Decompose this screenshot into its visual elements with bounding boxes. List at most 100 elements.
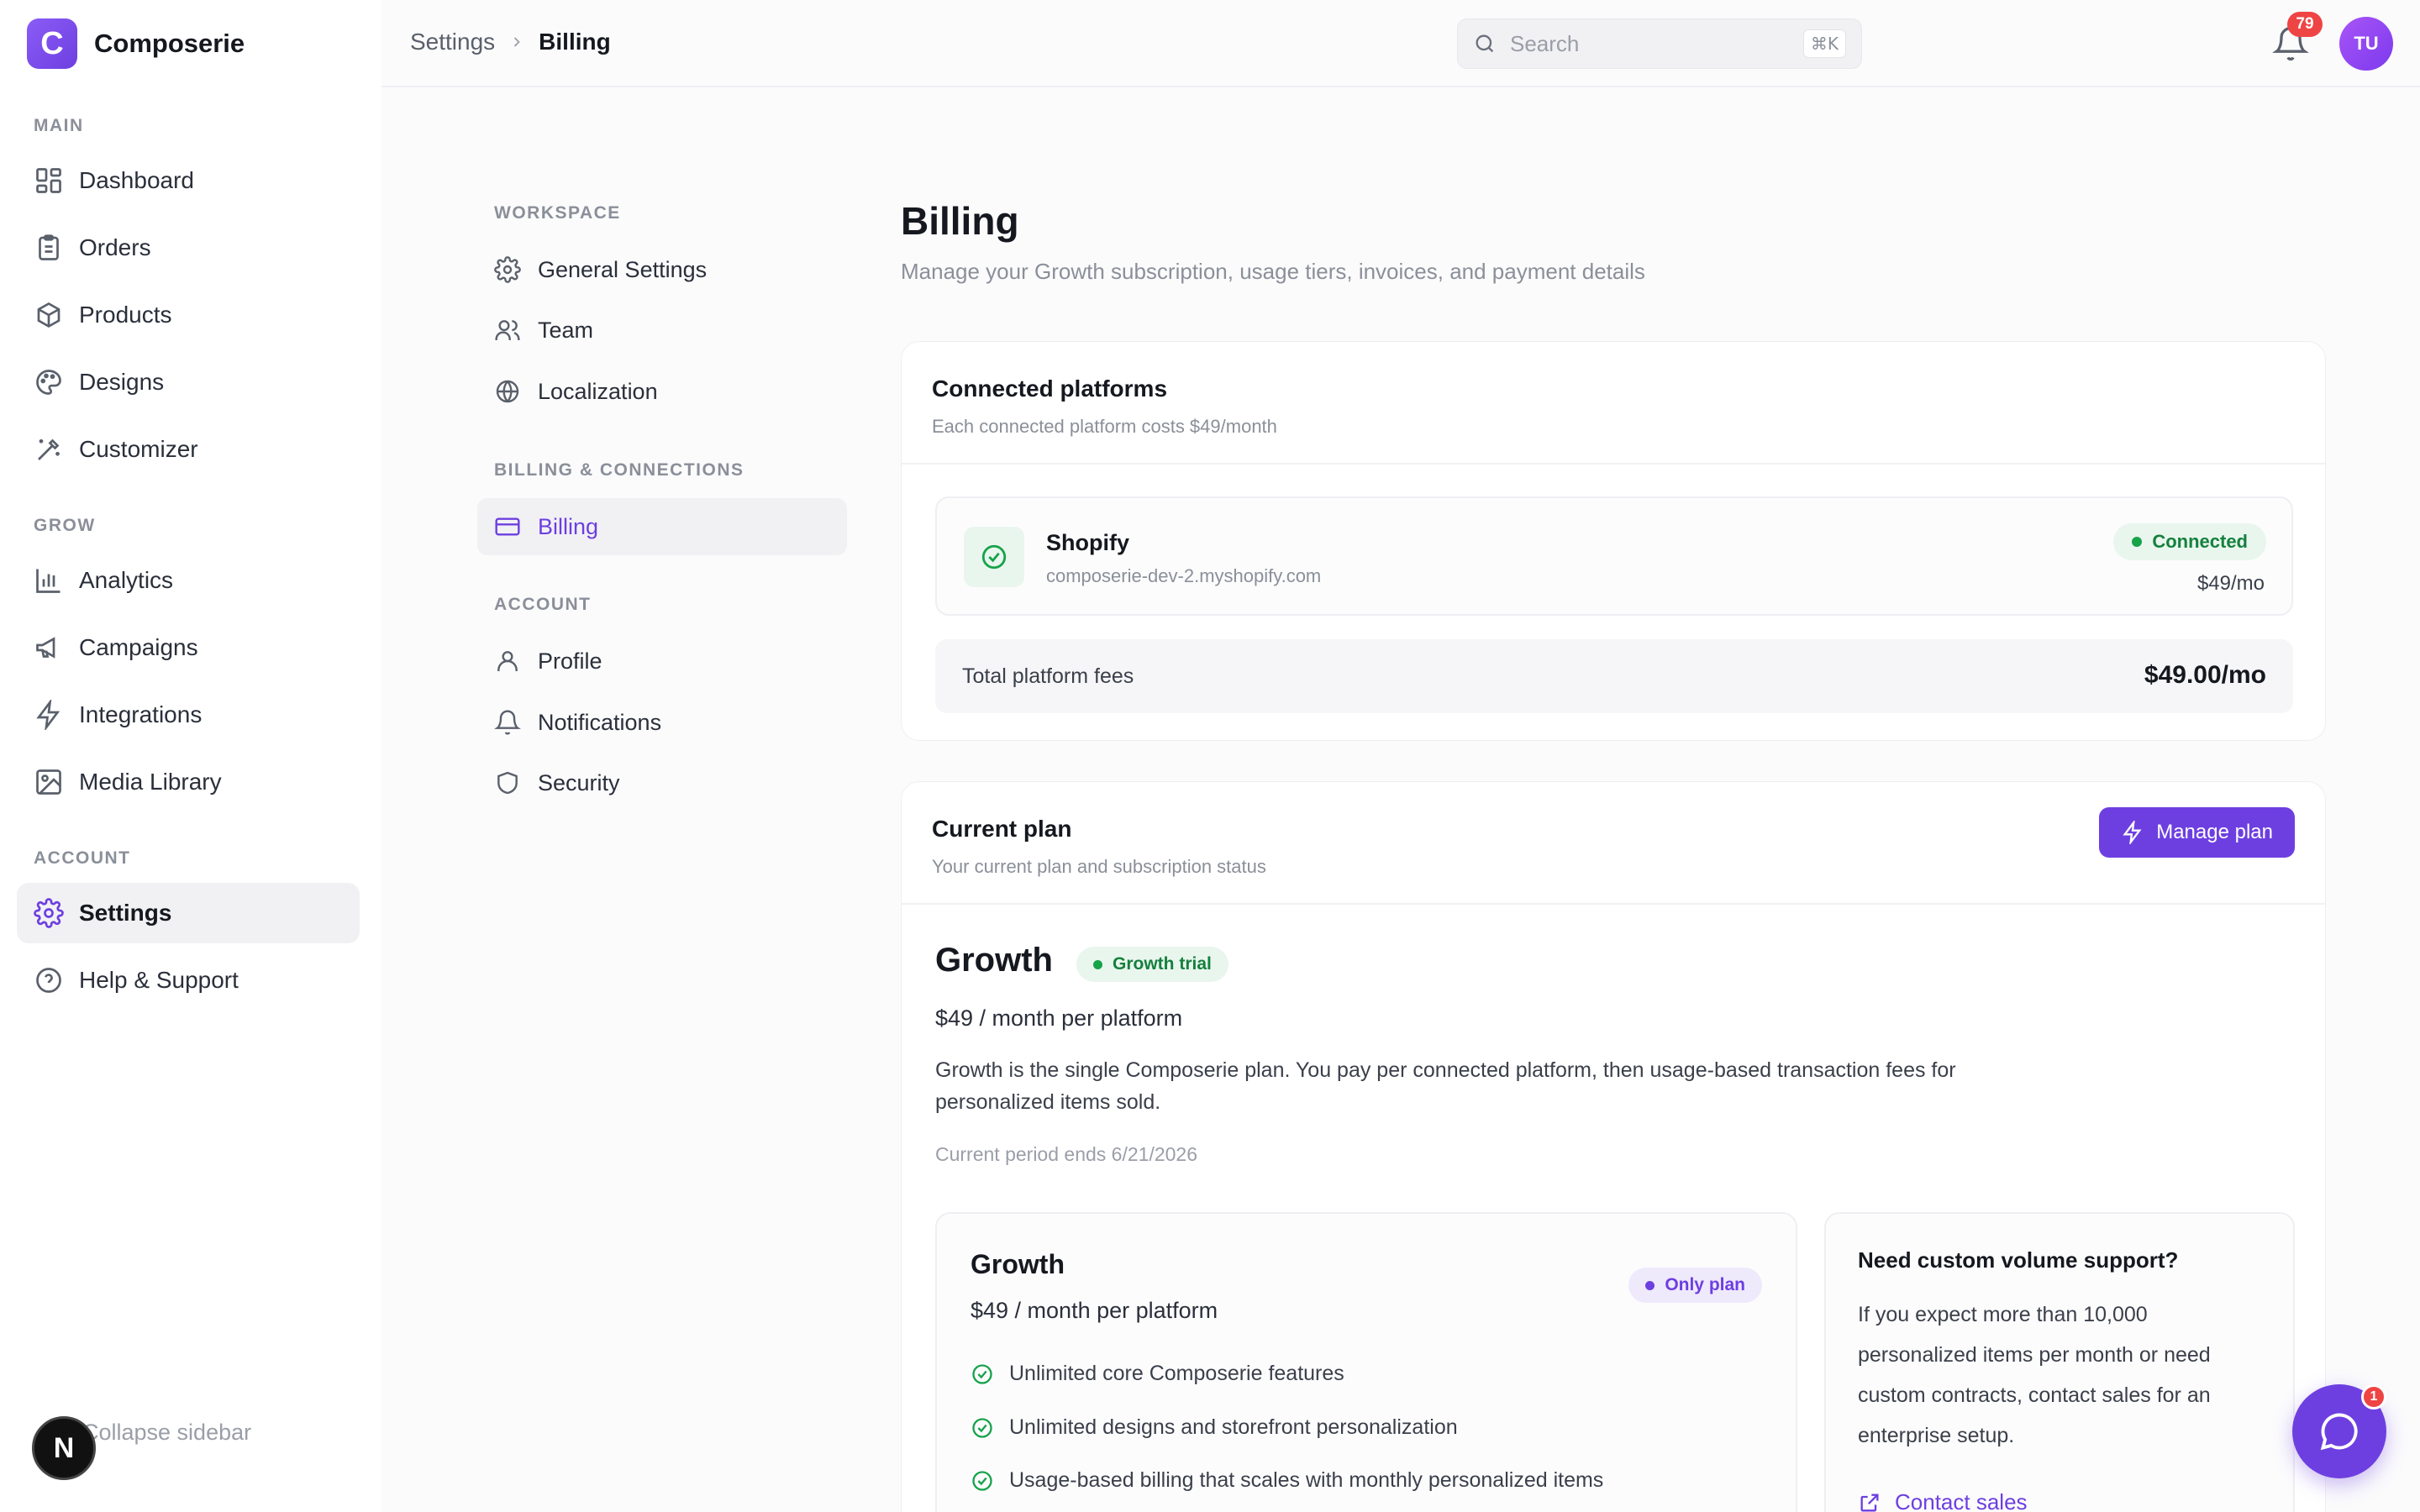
external-link-icon — [1858, 1491, 1881, 1512]
breadcrumb-billing: Billing — [539, 29, 611, 55]
connected-platforms-card: Connected platforms Each connected platf… — [901, 341, 2326, 741]
palette-icon — [34, 367, 64, 397]
box-icon — [34, 300, 64, 330]
search-bar[interactable]: ⌘K — [1457, 18, 1862, 69]
page-subtitle: Manage your Growth subscription, usage t… — [901, 259, 1645, 284]
feature-item: Usage-based billing that scales with mon… — [971, 1468, 1603, 1493]
globe-icon — [494, 378, 521, 405]
sidebar-item-analytics[interactable]: Analytics — [17, 550, 360, 611]
plan-price: $49 / month per platform — [935, 1005, 1183, 1031]
status-dot — [2132, 537, 2143, 547]
sidebar-item-campaigns[interactable]: Campaigns — [17, 617, 360, 678]
status-badge: Connected — [2113, 523, 2266, 560]
sidebar-item-label: Dashboard — [79, 167, 194, 193]
sidebar-item-orders[interactable]: Orders — [17, 218, 360, 278]
contact-sales-link[interactable]: Contact sales — [1858, 1489, 2028, 1512]
image-icon — [34, 767, 64, 797]
plan-option-price: $49 / month per platform — [971, 1298, 1218, 1323]
chevron-right-icon — [508, 34, 525, 50]
users-icon — [494, 317, 521, 344]
sidebar-item-dashboard[interactable]: Dashboard — [17, 150, 360, 211]
settings-item-notifications[interactable]: Notifications — [477, 694, 847, 751]
settings-item-label: Billing — [538, 513, 599, 539]
plan-option-name: Growth — [971, 1249, 1065, 1279]
check-circle-icon — [971, 1362, 994, 1386]
sidebar-item-label: Orders — [79, 234, 151, 260]
nav-section-main: MAIN — [34, 116, 84, 135]
sidebar-item-label: Customizer — [79, 436, 198, 462]
manage-plan-button[interactable]: Manage plan — [2099, 807, 2295, 858]
grid-icon — [34, 165, 64, 196]
dev-tools-badge[interactable]: N — [32, 1416, 96, 1480]
gear-icon — [494, 256, 521, 283]
bar-chart-icon — [34, 565, 64, 596]
bell-icon — [494, 709, 521, 736]
custom-volume-text: If you expect more than 10,000 personali… — [1858, 1303, 2211, 1447]
sidebar-item-help-support[interactable]: Help & Support — [17, 950, 360, 1011]
chat-unread-badge: 1 — [2361, 1384, 2386, 1410]
settings-item-label: Team — [538, 317, 594, 343]
plan-status-text: Growth trial — [1113, 954, 1212, 974]
settings-item-label: Security — [538, 769, 620, 795]
total-fees-label: Total platform fees — [962, 664, 1134, 688]
sidebar-item-designs[interactable]: Designs — [17, 352, 360, 412]
sidebar-item-label: Designs — [79, 369, 165, 395]
user-icon — [494, 648, 521, 675]
card-header: Connected platforms Each connected platf… — [902, 342, 2325, 465]
sidebar-item-integrations[interactable]: Integrations — [17, 685, 360, 745]
card-title: Current plan — [932, 816, 1072, 842]
breadcrumb: Settings Billing — [410, 29, 611, 55]
contact-sales-label: Contact sales — [1895, 1489, 2028, 1512]
platform-price: $49/mo — [2196, 572, 2265, 595]
brand-name: Composerie — [94, 29, 245, 58]
sidebar-item-label: Help & Support — [79, 967, 239, 993]
feature-text: Unlimited designs and storefront persona… — [1009, 1415, 1458, 1439]
search-input[interactable] — [1510, 30, 1803, 57]
settings-item-billing[interactable]: Billing — [477, 498, 847, 555]
platform-row-shopify[interactable]: Shopify composerie-dev-2.myshopify.com C… — [935, 496, 2293, 616]
nav-section-account: ACCOUNT — [34, 848, 131, 868]
check-circle-icon — [971, 1416, 994, 1440]
brand-logo: C — [27, 18, 77, 69]
shield-icon — [494, 769, 521, 796]
total-platform-fees: Total platform fees $49.00/mo — [935, 639, 2293, 713]
credit-card-icon — [494, 513, 521, 540]
platform-name: Shopify — [1046, 530, 1129, 555]
settings-item-team[interactable]: Team — [477, 302, 847, 359]
sidebar-item-label: Products — [79, 302, 172, 328]
settings-item-label: General Settings — [538, 256, 708, 282]
plan-name: Growth — [935, 942, 1053, 979]
collapse-sidebar-label: Collapse sidebar — [82, 1420, 252, 1445]
clipboard-icon — [34, 233, 64, 263]
plan-status-badge: Growth trial — [1076, 947, 1228, 982]
card-header: Current plan Your current plan and subsc… — [902, 782, 2325, 905]
megaphone-icon — [34, 633, 64, 663]
wand-icon — [34, 434, 64, 465]
sidebar-item-customizer[interactable]: Customizer — [17, 419, 360, 480]
settings-item-general[interactable]: General Settings — [477, 241, 847, 298]
sidebar-item-products[interactable]: Products — [17, 285, 360, 345]
search-icon — [1473, 32, 1497, 55]
check-circle-icon — [971, 1469, 994, 1493]
settings-item-profile[interactable]: Profile — [477, 633, 847, 690]
custom-volume-title: Need custom volume support? — [1858, 1247, 2179, 1273]
sidebar-item-settings[interactable]: Settings — [17, 883, 360, 943]
user-avatar[interactable]: TU — [2339, 17, 2393, 71]
current-plan-card: Current plan Your current plan and subsc… — [901, 781, 2326, 1512]
settings-item-label: Notifications — [538, 709, 662, 735]
badge-dot — [1645, 1280, 1655, 1290]
brand[interactable]: C Composerie — [27, 18, 245, 69]
status-text: Connected — [2152, 531, 2248, 552]
search-shortcut: ⌘K — [1802, 29, 1846, 58]
chat-bubble-icon — [2320, 1413, 2358, 1451]
custom-volume-card: Need custom volume support? If you expec… — [1824, 1212, 2295, 1512]
settings-item-localization[interactable]: Localization — [477, 363, 847, 420]
settings-item-security[interactable]: Security — [477, 754, 847, 811]
card-description: Your current plan and subscription statu… — [932, 856, 1266, 877]
sidebar-item-media-library[interactable]: Media Library — [17, 752, 360, 812]
total-fees-value: $49.00/mo — [2144, 661, 2266, 689]
breadcrumb-settings[interactable]: Settings — [410, 29, 495, 55]
check-circle-icon — [964, 527, 1024, 587]
settings-section-account: ACCOUNT — [494, 595, 592, 614]
sidebar-item-label: Settings — [79, 900, 172, 926]
